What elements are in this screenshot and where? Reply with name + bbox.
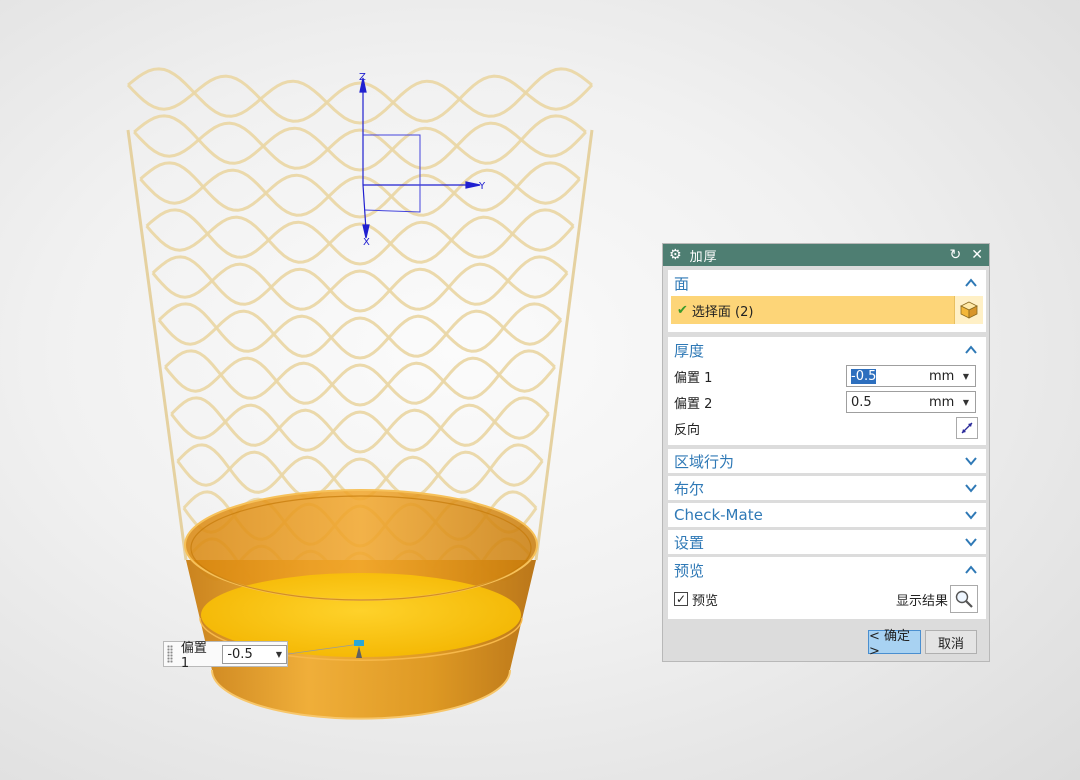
axis-label-x: X <box>363 237 370 248</box>
drag-grip-icon[interactable] <box>167 645 173 663</box>
offset2-label: 偏置 2 <box>674 396 713 412</box>
chevron-down-icon[interactable] <box>964 454 978 468</box>
offset1-value: -0.5 <box>851 368 877 384</box>
dialog-title: 加厚 <box>689 249 718 265</box>
onscreen-offset-label: 偏置 1 <box>180 641 207 671</box>
dropdown-arrow-icon[interactable]: ▼ <box>963 372 969 381</box>
thicken-base-body[interactable] <box>184 489 538 720</box>
preview-row: ✓ 预览 显示结果 <box>668 583 986 615</box>
offset1-unit: mm <box>929 368 955 384</box>
reset-icon[interactable]: ↻ <box>950 247 962 263</box>
axis-label-y: Y <box>478 181 486 192</box>
preview-label: 预览 <box>692 593 719 609</box>
close-icon[interactable]: ✕ <box>971 247 983 263</box>
lattice-wire-strand <box>151 262 569 311</box>
onscreen-offset-field[interactable]: -0.5 ▼ <box>222 644 287 664</box>
axis-label-z: Z <box>359 72 366 83</box>
offset2-value: 0.5 <box>851 394 872 410</box>
onscreen-offset-value: -0.5 <box>227 646 253 662</box>
chevron-up-icon[interactable] <box>964 276 978 290</box>
reverse-row: 反向 <box>668 415 986 441</box>
section-settings[interactable]: 设置 <box>668 530 986 554</box>
section-boolean-title: 布尔 <box>674 479 705 498</box>
section-checkmate-title: Check-Mate <box>674 506 763 524</box>
check-icon: ✔ <box>677 302 688 318</box>
cancel-button[interactable]: 取消 <box>925 630 977 654</box>
section-face: 面 ✔ 选择面 (2) <box>668 270 986 332</box>
section-checkmate[interactable]: Check-Mate <box>668 503 986 527</box>
dropdown-arrow-icon[interactable]: ▼ <box>963 398 969 407</box>
section-preview: 预览 ✓ 预览 显示结果 <box>668 557 986 619</box>
preview-checkbox[interactable]: ✓ <box>674 592 688 606</box>
show-result-label: 显示结果 <box>895 593 948 609</box>
select-face-row[interactable]: ✔ 选择面 (2) <box>671 296 983 324</box>
section-preview-header[interactable]: 预览 <box>668 557 986 583</box>
face-selector-cube-icon[interactable] <box>954 296 983 324</box>
offset2-input[interactable]: 0.5 mm ▼ <box>846 391 976 413</box>
offset1-label: 偏置 1 <box>674 370 713 386</box>
offset2-row: 偏置 2 0.5 mm ▼ <box>668 389 986 415</box>
section-thickness-header[interactable]: 厚度 <box>668 337 986 363</box>
dialog-titlebar[interactable]: ⚙ 加厚 ↻ ✕ <box>663 244 989 266</box>
offset2-unit: mm <box>929 394 955 410</box>
lattice-wire-strand <box>139 168 581 217</box>
reverse-direction-icon[interactable] <box>956 417 978 439</box>
magnifier-icon <box>955 590 973 608</box>
chevron-up-icon[interactable] <box>964 563 978 577</box>
chevron-down-icon[interactable] <box>964 508 978 522</box>
offset1-row: 偏置 1 -0.5 mm ▼ <box>668 363 986 389</box>
show-result-button[interactable] <box>950 585 978 613</box>
chevron-down-icon[interactable] <box>964 535 978 549</box>
offset1-input[interactable]: -0.5 mm ▼ <box>846 365 976 387</box>
chevron-down-icon[interactable] <box>964 481 978 495</box>
section-thickness: 厚度 偏置 1 -0.5 mm ▼ 偏置 2 0.5 mm ▼ 反向 <box>668 337 986 445</box>
ok-button[interactable]: < 确定 > <box>868 629 921 659</box>
section-preview-title: 预览 <box>674 561 705 580</box>
gear-icon[interactable]: ⚙ <box>669 247 682 263</box>
section-boolean[interactable]: 布尔 <box>668 476 986 500</box>
section-region-title: 区域行为 <box>674 452 735 471</box>
chevron-up-icon[interactable] <box>964 343 978 357</box>
lattice-wire-strand <box>133 121 587 170</box>
section-face-title: 面 <box>674 274 690 293</box>
select-face-label: 选择面 (2) <box>691 304 754 320</box>
section-region-behavior[interactable]: 区域行为 <box>668 449 986 473</box>
section-face-header[interactable]: 面 <box>668 270 986 296</box>
dropdown-arrow-icon[interactable]: ▼ <box>276 650 282 659</box>
thicken-dialog: ⚙ 加厚 ↻ ✕ 面 ✔ 选择面 (2) 厚度 偏置 1 -0.5 mm ▼ 偏… <box>662 243 990 662</box>
onscreen-offset-input[interactable]: 偏置 1 -0.5 ▼ <box>163 641 288 671</box>
reverse-label: 反向 <box>674 422 701 438</box>
section-thickness-title: 厚度 <box>674 341 705 360</box>
lattice-wire-strand <box>145 215 575 264</box>
section-settings-title: 设置 <box>674 533 705 552</box>
